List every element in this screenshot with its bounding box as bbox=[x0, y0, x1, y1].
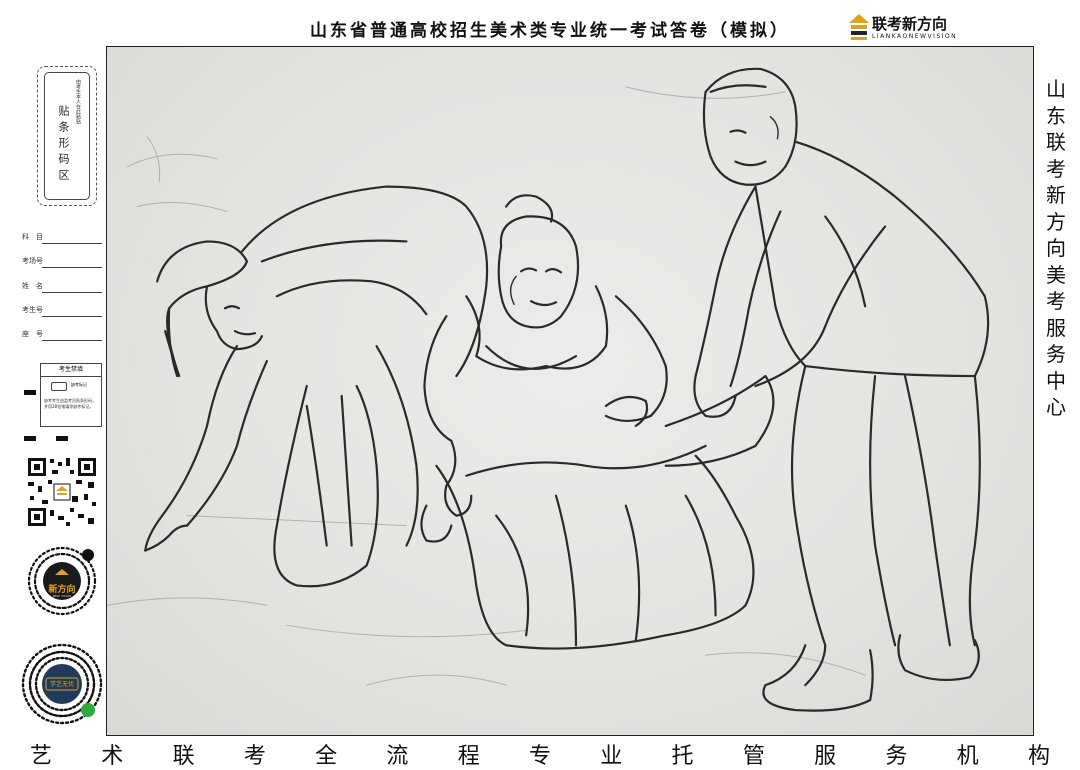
logo-subtext: LIANKAONEWVISION bbox=[872, 33, 958, 40]
field-label: 姓 名 bbox=[22, 282, 43, 290]
field-subject: 科 目 bbox=[22, 232, 102, 246]
mini-program-code: 新方向 NEW VISION bbox=[26, 545, 98, 617]
logo-text: 联考新方向 bbox=[872, 15, 948, 33]
exam-title: 山东省普通高校招生美术类专业统一考试答卷（模拟） bbox=[310, 21, 790, 41]
field-label: 考场号 bbox=[22, 257, 43, 265]
slogan-char: 务 bbox=[1046, 342, 1066, 366]
slogan-char: 考 bbox=[1046, 289, 1066, 313]
bottom-char: 构 bbox=[1027, 744, 1050, 769]
brand-logo: 联考新方向 LIANKAONEWVISION bbox=[848, 12, 958, 46]
field-name: 姓 名 bbox=[22, 281, 102, 295]
notice-body: 缺考考生由监考员贴条形码，并用2B铅笔填涂缺考标记。 bbox=[44, 398, 96, 409]
slogan-char: 考 bbox=[1046, 156, 1066, 181]
bottom-char: 联 bbox=[172, 744, 195, 769]
field-label: 座 号 bbox=[22, 330, 43, 338]
field-label: 科 目 bbox=[22, 233, 43, 241]
field-label: 考生号 bbox=[22, 306, 43, 314]
bottom-char: 业 bbox=[600, 744, 623, 769]
bottom-char: 托 bbox=[671, 744, 694, 769]
bottom-char: 全 bbox=[315, 744, 338, 769]
notice-title: 考生禁填 bbox=[41, 364, 101, 377]
absence-mark-box bbox=[51, 382, 67, 391]
slogan-char: 东 bbox=[1046, 103, 1066, 128]
bottom-char: 服 bbox=[814, 744, 837, 769]
bottom-char: 程 bbox=[457, 744, 480, 769]
slogan-char: 联 bbox=[1046, 130, 1066, 154]
qr-code bbox=[26, 456, 98, 528]
timing-mark bbox=[56, 436, 68, 441]
wechat-mini-program-code: 学艺无忧 bbox=[20, 642, 104, 726]
bottom-char: 专 bbox=[528, 744, 551, 769]
timing-mark bbox=[24, 436, 36, 441]
bottom-char: 艺 bbox=[30, 744, 53, 769]
barcode-area: 由考生本人在此粘贴 贴条形码区 bbox=[37, 66, 97, 206]
slogan-char: 美 bbox=[1046, 262, 1066, 287]
barcode-inner-frame: 由考生本人在此粘贴 贴条形码区 bbox=[44, 72, 90, 200]
bottom-char: 考 bbox=[243, 744, 266, 769]
slogan-char: 向 bbox=[1046, 236, 1066, 260]
slogan-char: 心 bbox=[1046, 395, 1066, 419]
house-icon bbox=[849, 14, 869, 40]
slogan-char: 服 bbox=[1046, 315, 1066, 340]
mini-program-code-icon bbox=[27, 546, 97, 616]
pencil-sketch-figures bbox=[107, 67, 990, 712]
right-vertical-slogan: 山 东 联 考 新 方 向 美 考 服 务 中 心 bbox=[1044, 76, 1068, 421]
bottom-char: 管 bbox=[742, 744, 765, 769]
bottom-slogan: 艺 术 联 考 全 流 程 专 业 托 管 服 务 机 构 bbox=[30, 738, 1050, 770]
mini-code-2-text: 学艺无忧 bbox=[49, 681, 74, 688]
examinee-notice-box: 考生禁填 缺考标记 缺考考生由监考员贴条形码，并用2B铅笔填涂缺考标记。 bbox=[40, 363, 102, 427]
slogan-char: 新 bbox=[1046, 183, 1066, 207]
absence-mark-label: 缺考标记 bbox=[71, 382, 87, 387]
timing-mark bbox=[24, 390, 36, 395]
slogan-char: 山 bbox=[1046, 77, 1066, 101]
field-seat-number: 座 号 bbox=[22, 329, 102, 343]
slogan-char: 方 bbox=[1046, 209, 1066, 234]
bottom-char: 术 bbox=[101, 744, 124, 769]
slogan-char: 中 bbox=[1046, 368, 1066, 393]
mini-code-1-subtext: NEW VISION bbox=[52, 594, 72, 598]
field-room-number: 考场号 bbox=[22, 256, 102, 270]
barcode-small-note: 由考生本人在此粘贴 bbox=[75, 79, 81, 124]
sketch-drawing bbox=[106, 46, 1034, 736]
qr-code-icon bbox=[26, 456, 98, 528]
bottom-char: 务 bbox=[885, 744, 908, 769]
barcode-label: 贴条形码区 bbox=[57, 105, 70, 185]
bottom-char: 流 bbox=[386, 744, 409, 769]
field-candidate-number: 考生号 bbox=[22, 305, 102, 319]
bottom-char: 机 bbox=[956, 744, 979, 769]
